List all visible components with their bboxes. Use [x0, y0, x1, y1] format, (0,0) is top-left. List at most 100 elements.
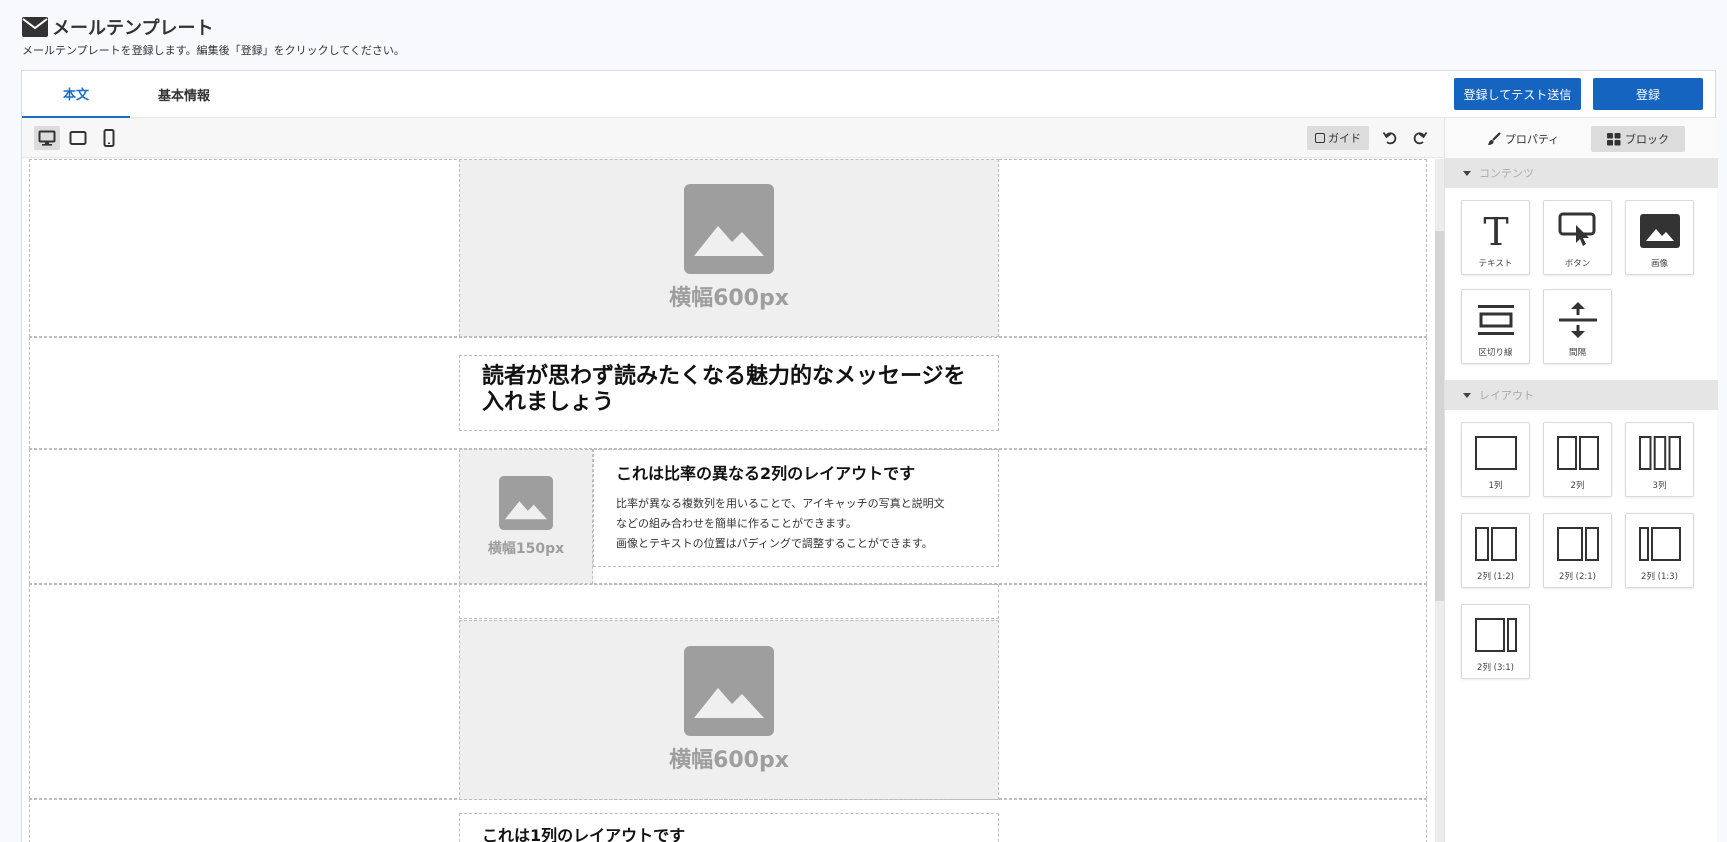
- image-placeholder-icon: [684, 184, 774, 274]
- spacer-cell[interactable]: [459, 584, 999, 619]
- block-button[interactable]: ボタン: [1543, 200, 1612, 275]
- redo-button[interactable]: [1407, 126, 1433, 150]
- guide-label: ガイド: [1328, 132, 1361, 145]
- two-col-heading[interactable]: これは比率の異なる2列のレイアウトです: [616, 460, 976, 484]
- brush-icon: [1487, 132, 1501, 145]
- one-col-cell[interactable]: これは1列のレイアウトです: [459, 813, 999, 842]
- block-spacer[interactable]: 間隔: [1543, 289, 1612, 364]
- contents-section-title: コンテンツ: [1479, 167, 1534, 180]
- layout-2-1-icon: [1556, 527, 1599, 561]
- two-col-text-cell[interactable]: これは比率の異なる2列のレイアウトです 比率が異なる複数列を用いることで、アイキ…: [593, 449, 999, 567]
- layout-section-title: レイアウト: [1479, 389, 1534, 402]
- body-line: などの組み合わせを簡単に作ることができます。: [616, 517, 857, 530]
- layout-1col[interactable]: 1列: [1461, 422, 1530, 497]
- undo-icon: [1382, 132, 1397, 145]
- tile-label: 2列: [1570, 481, 1585, 491]
- tile-label: テキスト: [1478, 259, 1513, 269]
- one-col-heading[interactable]: これは1列のレイアウトです: [482, 822, 976, 842]
- block-image[interactable]: 画像: [1625, 200, 1694, 275]
- checkbox-icon: [1315, 133, 1325, 143]
- canvas-row[interactable]: 横幅150px これは比率の異なる2列のレイアウトです 比率が異なる複数列を用い…: [29, 449, 1427, 584]
- layout-2col-1-2[interactable]: 2列 (1:2): [1461, 513, 1530, 588]
- layout-2col-1-3[interactable]: 2列 (1:3): [1625, 513, 1694, 588]
- hero-image-placeholder[interactable]: 横幅600px: [459, 159, 999, 337]
- sidebar-tabs: プロパティ ブロック: [1445, 118, 1718, 158]
- layout-section-header[interactable]: レイアウト: [1445, 380, 1718, 410]
- caret-down-icon: [1463, 392, 1471, 398]
- divider-icon: [1477, 305, 1514, 335]
- layout-3col-icon: [1638, 436, 1681, 470]
- tab-properties[interactable]: プロパティ: [1483, 126, 1563, 152]
- tile-label: 2列 (2:1): [1559, 572, 1596, 582]
- tab-properties-label: プロパティ: [1504, 133, 1560, 146]
- svg-text:T: T: [1483, 212, 1508, 250]
- tabs-bar: 本文 基本情報 登録してテスト送信 登録: [22, 71, 1715, 118]
- block-divider[interactable]: 区切り線: [1461, 289, 1530, 364]
- layout-2col-icon: [1556, 436, 1599, 470]
- block-sidebar: プロパティ ブロック コンテンツ T テキスト ボタン 画像 区切り線 間隔 レ…: [1444, 118, 1718, 842]
- tablet-icon: [69, 131, 87, 145]
- thumbnail-image-label: 横幅150px: [487, 540, 565, 557]
- image-placeholder-icon: [684, 646, 774, 736]
- layout-3col[interactable]: 3列: [1625, 422, 1694, 497]
- image-placeholder-icon: [499, 475, 553, 530]
- contents-section-header[interactable]: コンテンツ: [1445, 158, 1718, 188]
- body-line: 画像とテキストの位置はパディングで調整することができます。: [616, 537, 933, 550]
- editor-toolbar: ガイド: [22, 118, 1444, 158]
- headline-text[interactable]: 読者が思わず読みたくなる魅力的なメッセージを入れましょう: [460, 356, 998, 424]
- layout-1-3-icon: [1638, 527, 1681, 561]
- second-image-placeholder[interactable]: 横幅600px: [459, 620, 999, 800]
- tab-blocks-label: ブロック: [1625, 133, 1669, 146]
- tile-label: 3列: [1652, 481, 1667, 491]
- block-text[interactable]: T テキスト: [1461, 200, 1530, 275]
- tile-label: 間隔: [1568, 348, 1586, 358]
- tile-label: ボタン: [1564, 259, 1591, 269]
- layout-2col-2-1[interactable]: 2列 (2:1): [1543, 513, 1612, 588]
- layout-1-2-icon: [1474, 527, 1517, 561]
- blocks-icon: [1607, 132, 1621, 145]
- mobile-view-button[interactable]: [96, 126, 122, 150]
- email-canvas[interactable]: 横幅600px 読者が思わず読みたくなる魅力的なメッセージを入れましょう 横幅1…: [29, 159, 1427, 842]
- caret-down-icon: [1463, 170, 1471, 176]
- tab-basic-info[interactable]: 基本情報: [130, 71, 238, 118]
- tile-label: 画像: [1650, 259, 1668, 269]
- second-image-label: 横幅600px: [669, 748, 789, 773]
- canvas-row[interactable]: これは1列のレイアウトです: [29, 799, 1427, 842]
- body-line: 比率が異なる複数列を用いることで、アイキャッチの写真と説明文: [616, 497, 945, 510]
- canvas-row[interactable]: 横幅600px: [29, 584, 1427, 800]
- layout-3-1-icon: [1474, 618, 1517, 652]
- layout-2col[interactable]: 2列: [1543, 422, 1612, 497]
- thumbnail-image-placeholder[interactable]: 横幅150px: [459, 449, 593, 584]
- headline-cell[interactable]: 読者が思わず読みたくなる魅力的なメッセージを入れましょう: [459, 355, 999, 431]
- desktop-icon: [38, 130, 56, 146]
- tile-label: 2列 (1:2): [1477, 572, 1514, 582]
- two-col-body[interactable]: 比率が異なる複数列を用いることで、アイキャッチの写真と説明文 などの組み合わせを…: [616, 494, 976, 554]
- page-header: メールテンプレート メールテンプレートを登録します。編集後「登録」をクリックして…: [22, 14, 405, 58]
- page-title: メールテンプレート: [52, 18, 214, 39]
- canvas-row[interactable]: 読者が思わず読みたくなる魅力的なメッセージを入れましょう: [29, 337, 1427, 449]
- canvas-row[interactable]: 横幅600px: [29, 159, 1427, 337]
- tab-body[interactable]: 本文: [22, 71, 130, 118]
- editor-panel: 本文 基本情報 登録してテスト送信 登録 ガイド 横幅600px 読者が思わず読…: [21, 70, 1718, 842]
- register-and-test-send-button[interactable]: 登録してテスト送信: [1454, 78, 1581, 110]
- layout-2col-3-1[interactable]: 2列 (3:1): [1461, 604, 1530, 679]
- hero-image-label: 横幅600px: [669, 286, 789, 311]
- canvas-scrollbar-thumb[interactable]: [1435, 231, 1444, 601]
- tile-label: 1列: [1488, 481, 1503, 491]
- spacer-icon: [1558, 302, 1597, 338]
- mobile-icon: [103, 129, 115, 147]
- tile-label: 区切り線: [1478, 348, 1513, 358]
- text-icon: T: [1483, 212, 1508, 250]
- image-icon: [1639, 214, 1680, 248]
- desktop-view-button[interactable]: [34, 126, 60, 150]
- register-button[interactable]: 登録: [1593, 78, 1703, 110]
- redo-icon: [1413, 132, 1428, 145]
- page-description: メールテンプレートを登録します。編集後「登録」をクリックしてください。: [22, 44, 405, 57]
- guide-toggle[interactable]: ガイド: [1307, 126, 1369, 150]
- tile-label: 2列 (3:1): [1477, 663, 1514, 673]
- button-icon: [1558, 212, 1595, 246]
- undo-button[interactable]: [1377, 126, 1403, 150]
- tab-blocks[interactable]: ブロック: [1591, 126, 1685, 152]
- layout-1col-icon: [1474, 436, 1517, 470]
- tablet-view-button[interactable]: [65, 126, 91, 150]
